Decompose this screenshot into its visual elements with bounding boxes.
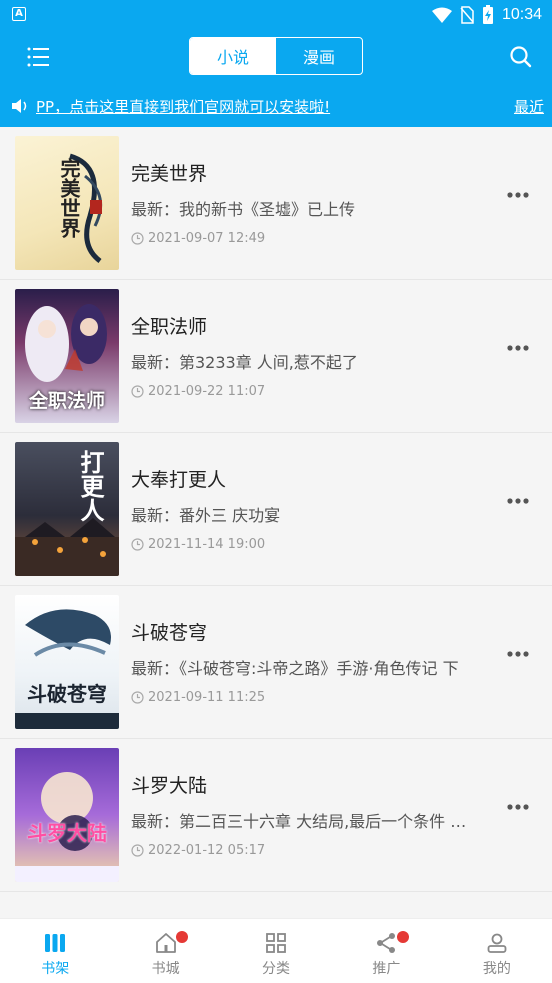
nav-label: 书架: [41, 961, 70, 977]
book-title: 大奉打更人: [131, 469, 227, 491]
share-icon: [377, 933, 396, 953]
nav-bookstore[interactable]: 书城: [110, 919, 220, 983]
book-title: 斗罗大陆: [131, 775, 208, 797]
more-options-icon[interactable]: [506, 344, 530, 352]
bottom-navigation: 书架 书城 分类 推广 我的: [0, 918, 552, 983]
book-item[interactable]: 斗破苍穹 斗破苍穹 最新：《斗破苍穹:斗帝之路》手游·角色传记 下 2021-0…: [0, 586, 552, 739]
more-options-icon[interactable]: [506, 803, 530, 811]
nav-label: 分类: [262, 961, 291, 977]
nav-label: 书城: [151, 961, 180, 977]
notification-badge: [397, 931, 410, 943]
update-time: 2022-01-12 05:17: [148, 843, 266, 858]
search-icon[interactable]: [508, 44, 534, 70]
book-item[interactable]: 斗罗大陆 斗罗大陆 最新：第二百三十六章 大结局,最后一个条件 全... 202…: [0, 739, 552, 892]
book-title: 完美世界: [131, 163, 208, 185]
recent-link[interactable]: 最近: [514, 96, 544, 117]
book-item[interactable]: 完美世界 完美世界 最新：我的新书《圣墟》已上传 2021-09-07 12:4…: [0, 127, 552, 280]
app-notification-icon: A: [12, 7, 26, 21]
top-header: A 10:34 小说 漫画 PP，点击这里直接到我们官网就可以安装啦! 最近: [0, 0, 552, 127]
nav-label: 推广: [372, 961, 401, 977]
latest-chapter: 最新：第二百三十六章 大结局,最后一个条件 全...: [131, 812, 481, 831]
content-type-tabs: 小说 漫画: [189, 37, 363, 75]
nav-category[interactable]: 分类: [221, 919, 331, 983]
book-cover[interactable]: 全职法师: [15, 289, 119, 423]
latest-chapter: 最新：第3233章 人间,惹不起了: [131, 353, 358, 372]
clock-icon: [131, 844, 144, 857]
tab-novel[interactable]: 小说: [190, 38, 276, 74]
tab-comic[interactable]: 漫画: [276, 38, 362, 74]
update-time: 2021-11-14 19:00: [148, 537, 266, 552]
bookshelf-icon: [45, 934, 66, 952]
wifi-icon: [431, 7, 452, 23]
cover-title: 打更人: [76, 450, 104, 522]
book-cover[interactable]: 斗罗大陆: [15, 748, 119, 882]
nav-bookshelf[interactable]: 书架: [0, 919, 110, 983]
battery-charging-icon: [482, 5, 493, 24]
notification-badge: [176, 931, 189, 943]
announcement-text[interactable]: PP，点击这里直接到我们官网就可以安装啦!: [36, 96, 330, 117]
book-title: 全职法师: [131, 316, 208, 338]
book-cover[interactable]: 打更人: [15, 442, 119, 576]
book-title: 斗破苍穹: [131, 622, 208, 644]
clock-icon: [131, 385, 144, 398]
latest-chapter: 最新：番外三 庆功宴: [131, 506, 281, 525]
no-sim-icon: [460, 6, 474, 24]
latest-chapter: 最新：《斗破苍穹:斗帝之路》手游·角色传记 下: [131, 659, 459, 678]
book-item[interactable]: 打更人 大奉打更人 最新：番外三 庆功宴 2021-11-14 19:00: [0, 433, 552, 586]
book-cover[interactable]: 完美世界: [15, 136, 119, 270]
clock: 10:34: [501, 6, 542, 23]
bookshelf-list: 完美世界 完美世界 最新：我的新书《圣墟》已上传 2021-09-07 12:4…: [0, 127, 552, 892]
update-time: 2021-09-07 12:49: [148, 231, 266, 246]
nav-label: 我的: [482, 961, 511, 977]
category-icon: [266, 933, 286, 953]
cover-title: 全职法师: [28, 390, 105, 412]
user-icon: [487, 933, 507, 953]
cover-title: 完美世界: [57, 158, 81, 238]
book-cover[interactable]: 斗破苍穹: [15, 595, 119, 729]
book-item[interactable]: 全职法师 全职法师 最新：第3233章 人间,惹不起了 2021-09-22 1…: [0, 280, 552, 433]
more-options-icon[interactable]: [506, 191, 530, 199]
clock-icon: [131, 538, 144, 551]
menu-list-icon[interactable]: [22, 42, 56, 72]
latest-chapter: 最新：我的新书《圣墟》已上传: [131, 200, 356, 219]
speaker-icon: [12, 99, 27, 113]
nav-promote[interactable]: 推广: [331, 919, 441, 983]
announcement-bar[interactable]: PP，点击这里直接到我们官网就可以安装啦! 最近: [0, 90, 552, 122]
nav-bar: 小说 漫画: [0, 30, 552, 86]
more-options-icon[interactable]: [506, 650, 530, 658]
more-options-icon[interactable]: [506, 497, 530, 505]
home-icon: [155, 933, 176, 953]
cover-title: 斗破苍穹: [27, 682, 107, 706]
update-time: 2021-09-11 11:25: [148, 690, 266, 705]
status-bar: A 10:34: [0, 0, 552, 30]
nav-profile[interactable]: 我的: [442, 919, 552, 983]
clock-icon: [131, 232, 144, 245]
update-time: 2021-09-22 11:07: [148, 384, 266, 399]
clock-icon: [131, 691, 144, 704]
cover-title: 斗罗大陆: [27, 821, 107, 845]
